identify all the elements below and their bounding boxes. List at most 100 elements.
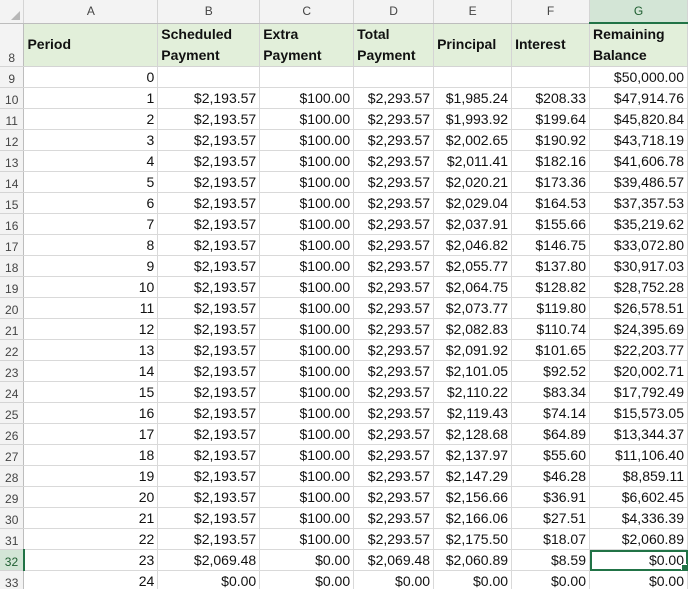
- total-payment-cell[interactable]: $0.00: [353, 570, 435, 589]
- extra-payment-cell[interactable]: [259, 66, 355, 88]
- extra-payment-cell[interactable]: $100.00: [259, 402, 355, 424]
- row-number[interactable]: 25: [0, 402, 25, 424]
- row-number[interactable]: 11: [0, 108, 25, 130]
- extra-payment-cell[interactable]: $0.00: [259, 570, 355, 589]
- total-payment-cell[interactable]: $2,293.57: [353, 108, 435, 130]
- header-cell-period[interactable]: Period: [23, 23, 159, 67]
- total-payment-cell[interactable]: $2,293.57: [353, 423, 435, 445]
- header-cell-total-payment[interactable]: Total Payment: [353, 23, 435, 67]
- row-number[interactable]: 17: [0, 234, 25, 256]
- scheduled-payment-cell[interactable]: $2,193.57: [157, 465, 261, 487]
- total-payment-cell[interactable]: $2,293.57: [353, 234, 435, 256]
- extra-payment-cell[interactable]: $100.00: [259, 465, 355, 487]
- period-cell[interactable]: 10: [23, 276, 159, 298]
- period-cell[interactable]: 11: [23, 297, 159, 319]
- column-header-a[interactable]: A: [23, 0, 159, 24]
- row-number[interactable]: 12: [0, 129, 25, 151]
- period-cell[interactable]: 24: [23, 570, 159, 589]
- extra-payment-cell[interactable]: $100.00: [259, 87, 355, 109]
- period-cell[interactable]: 8: [23, 234, 159, 256]
- extra-payment-cell[interactable]: $100.00: [259, 171, 355, 193]
- total-payment-cell[interactable]: [353, 66, 435, 88]
- principal-cell[interactable]: $2,156.66: [433, 486, 513, 508]
- interest-cell[interactable]: $190.92: [511, 129, 590, 151]
- interest-cell[interactable]: $173.36: [511, 171, 590, 193]
- column-header-f[interactable]: F: [511, 0, 590, 24]
- header-cell-principal[interactable]: Principal: [433, 23, 513, 67]
- extra-payment-cell[interactable]: $100.00: [259, 528, 355, 550]
- interest-cell[interactable]: $46.28: [511, 465, 590, 487]
- row-number[interactable]: 9: [0, 66, 25, 88]
- row-number[interactable]: 18: [0, 255, 25, 277]
- scheduled-payment-cell[interactable]: $2,193.57: [157, 255, 261, 277]
- period-cell[interactable]: 17: [23, 423, 159, 445]
- period-cell[interactable]: 4: [23, 150, 159, 172]
- total-payment-cell[interactable]: $2,293.57: [353, 129, 435, 151]
- interest-cell[interactable]: $0.00: [511, 570, 590, 589]
- extra-payment-cell[interactable]: $100.00: [259, 444, 355, 466]
- total-payment-cell[interactable]: $2,293.57: [353, 213, 435, 235]
- interest-cell[interactable]: $8.59: [511, 549, 590, 571]
- principal-cell[interactable]: $2,037.91: [433, 213, 513, 235]
- interest-cell[interactable]: $92.52: [511, 360, 590, 382]
- total-payment-cell[interactable]: $2,293.57: [353, 297, 435, 319]
- header-cell-remaining-balance[interactable]: Remaining Balance: [589, 23, 688, 67]
- period-cell[interactable]: 23: [23, 549, 159, 571]
- remaining-balance-cell[interactable]: $13,344.37: [589, 423, 688, 445]
- total-payment-cell[interactable]: $2,069.48: [353, 549, 435, 571]
- remaining-balance-cell[interactable]: $26,578.51: [589, 297, 688, 319]
- total-payment-cell[interactable]: $2,293.57: [353, 192, 435, 214]
- scheduled-payment-cell[interactable]: $2,193.57: [157, 129, 261, 151]
- row-number[interactable]: 21: [0, 318, 25, 340]
- principal-cell[interactable]: $2,110.22: [433, 381, 513, 403]
- interest-cell[interactable]: $208.33: [511, 87, 590, 109]
- remaining-balance-cell[interactable]: $22,203.77: [589, 339, 688, 361]
- extra-payment-cell[interactable]: $100.00: [259, 507, 355, 529]
- scheduled-payment-cell[interactable]: $2,193.57: [157, 444, 261, 466]
- total-payment-cell[interactable]: $2,293.57: [353, 528, 435, 550]
- interest-cell[interactable]: $55.60: [511, 444, 590, 466]
- scheduled-payment-cell[interactable]: $2,193.57: [157, 150, 261, 172]
- row-number[interactable]: 14: [0, 171, 25, 193]
- principal-cell[interactable]: $2,060.89: [433, 549, 513, 571]
- row-number[interactable]: 28: [0, 465, 25, 487]
- total-payment-cell[interactable]: $2,293.57: [353, 150, 435, 172]
- row-number[interactable]: 31: [0, 528, 25, 550]
- total-payment-cell[interactable]: $2,293.57: [353, 276, 435, 298]
- select-all-button[interactable]: [0, 0, 25, 24]
- extra-payment-cell[interactable]: $100.00: [259, 255, 355, 277]
- period-cell[interactable]: 12: [23, 318, 159, 340]
- row-number[interactable]: 32: [0, 549, 25, 571]
- scheduled-payment-cell[interactable]: $2,193.57: [157, 381, 261, 403]
- scheduled-payment-cell[interactable]: [157, 66, 261, 88]
- row-number[interactable]: 29: [0, 486, 25, 508]
- extra-payment-cell[interactable]: $100.00: [259, 108, 355, 130]
- remaining-balance-cell[interactable]: $28,752.28: [589, 276, 688, 298]
- row-number[interactable]: 22: [0, 339, 25, 361]
- column-header-b[interactable]: B: [157, 0, 261, 24]
- principal-cell[interactable]: $2,128.68: [433, 423, 513, 445]
- row-number[interactable]: 19: [0, 276, 25, 298]
- scheduled-payment-cell[interactable]: $2,193.57: [157, 339, 261, 361]
- extra-payment-cell[interactable]: $0.00: [259, 549, 355, 571]
- total-payment-cell[interactable]: $2,293.57: [353, 339, 435, 361]
- principal-cell[interactable]: $2,020.21: [433, 171, 513, 193]
- scheduled-payment-cell[interactable]: $2,193.57: [157, 402, 261, 424]
- remaining-balance-cell[interactable]: $0.00: [589, 570, 688, 589]
- period-cell[interactable]: 20: [23, 486, 159, 508]
- period-cell[interactable]: 14: [23, 360, 159, 382]
- scheduled-payment-cell[interactable]: $2,069.48: [157, 549, 261, 571]
- principal-cell[interactable]: $2,166.06: [433, 507, 513, 529]
- principal-cell[interactable]: $2,055.77: [433, 255, 513, 277]
- column-header-e[interactable]: E: [433, 0, 513, 24]
- principal-cell[interactable]: $2,119.43: [433, 402, 513, 424]
- row-number[interactable]: 30: [0, 507, 25, 529]
- remaining-balance-cell[interactable]: $37,357.53: [589, 192, 688, 214]
- remaining-balance-cell[interactable]: $15,573.05: [589, 402, 688, 424]
- principal-cell[interactable]: $1,993.92: [433, 108, 513, 130]
- principal-cell[interactable]: $2,029.04: [433, 192, 513, 214]
- period-cell[interactable]: 15: [23, 381, 159, 403]
- principal-cell[interactable]: $2,073.77: [433, 297, 513, 319]
- interest-cell[interactable]: $74.14: [511, 402, 590, 424]
- extra-payment-cell[interactable]: $100.00: [259, 339, 355, 361]
